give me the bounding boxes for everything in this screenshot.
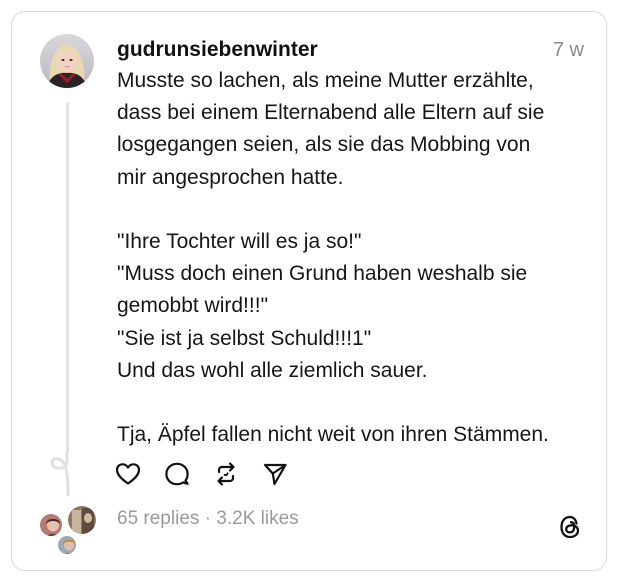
post-line: mir angesprochen hatte. [117, 165, 344, 189]
send-icon[interactable] [261, 460, 289, 488]
reply-avatar [38, 512, 64, 538]
timestamp[interactable]: 7 w [553, 39, 584, 62]
post-line: Und das wohl alle ziemlich sauer. [117, 358, 428, 382]
post-line: Tja, Äpfel fallen nicht weit von ihren S… [117, 423, 549, 447]
replies-count[interactable]: 65 replies [117, 508, 199, 529]
comment-bubble-icon[interactable] [163, 460, 191, 488]
reply-avatar [66, 504, 98, 536]
post-line-blank [117, 194, 592, 226]
threads-logo-icon[interactable] [556, 513, 584, 541]
post-line: "Sie ist ja selbst Schuld!!!1" [117, 326, 372, 350]
stats-separator: · [204, 508, 211, 529]
post-stats: 65 replies · 3.2K likes [117, 508, 299, 530]
repost-icon[interactable] [212, 460, 240, 488]
username[interactable]: gudrunsiebenwinter [117, 38, 318, 62]
reply-avatars[interactable] [38, 504, 108, 560]
post-line: "Muss doch einen Grund haben weshalb sie [117, 262, 528, 286]
post-line: dass bei einem Elternabend alle Eltern a… [117, 101, 545, 125]
thread-line [66, 102, 69, 454]
post-line: "Ihre Tochter will es ja so!" [117, 229, 362, 253]
avatar-photo [40, 34, 94, 88]
post-text: Musste so lachen, als meine Mutter erzäh… [117, 65, 592, 451]
likes-count[interactable]: 3.2K likes [216, 508, 298, 529]
heart-icon[interactable] [114, 460, 142, 488]
reply-avatar [56, 534, 78, 556]
thread-curl [50, 452, 70, 496]
post-line: gemobbt wird!!!" [117, 294, 269, 318]
profile-avatar[interactable] [40, 34, 94, 88]
post-line: losgegangen seien, als sie das Mobbing v… [117, 133, 531, 157]
post-line: Musste so lachen, als meine Mutter erzäh… [117, 69, 534, 92]
post-line-blank [117, 387, 592, 419]
